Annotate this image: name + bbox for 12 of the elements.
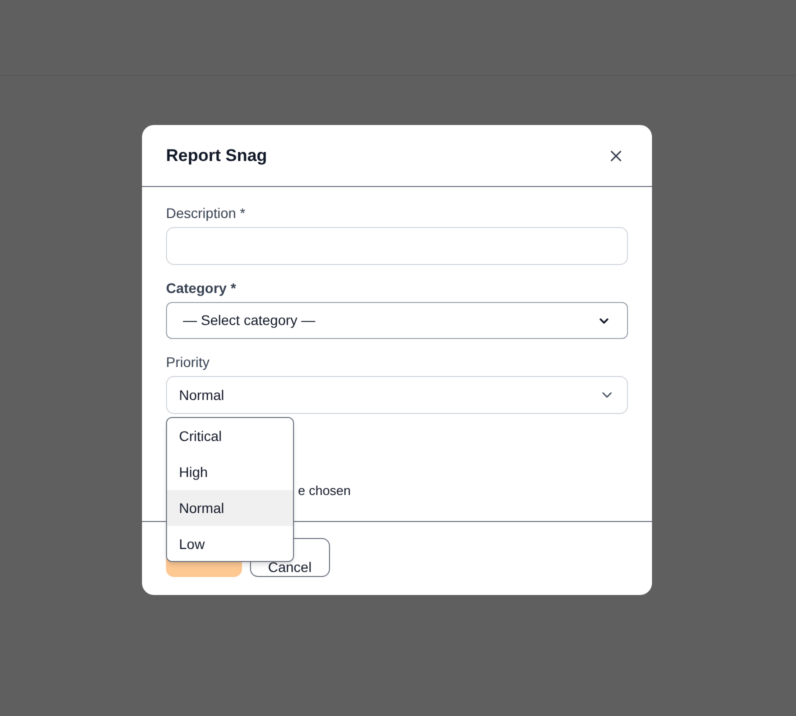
priority-select[interactable]: Normal	[166, 376, 628, 414]
menu-option[interactable]: High	[167, 454, 293, 490]
menu-option[interactable]: Critical	[167, 418, 293, 454]
description-field[interactable]	[166, 227, 628, 265]
dialog-title: Report Snag	[166, 144, 268, 167]
menu-option[interactable]: Normal	[167, 490, 293, 526]
menu-option[interactable]: Low	[167, 526, 293, 561]
field-label: Priority	[166, 354, 211, 371]
field-label: Description *	[166, 205, 246, 222]
field-label: Category *	[166, 280, 238, 297]
file-note: e chosen	[298, 482, 351, 500]
category-select[interactable]: — Select category —	[166, 302, 628, 339]
